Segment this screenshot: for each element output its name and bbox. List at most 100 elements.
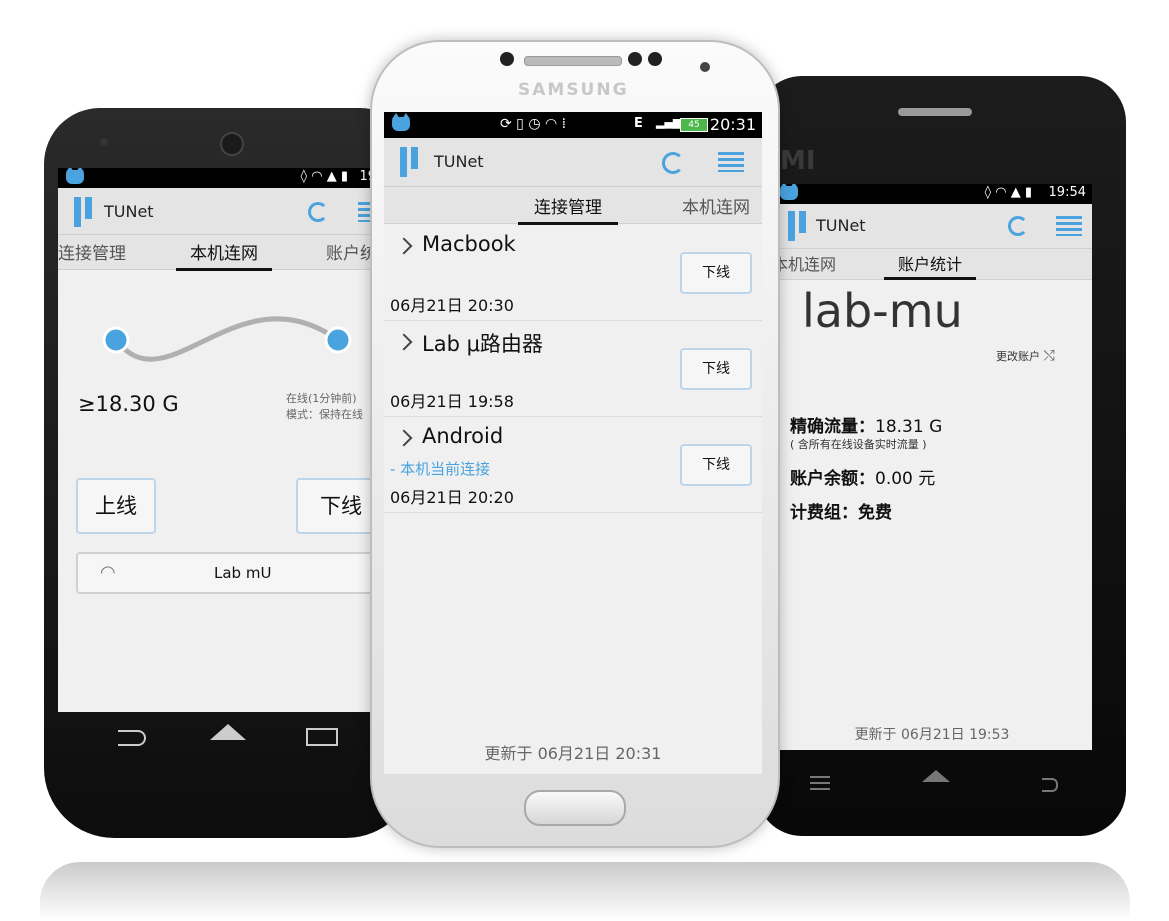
updated-time: 更新于 06月21日 19:53 xyxy=(854,727,1010,743)
shuffle-icon: ⤭ xyxy=(1043,348,1055,364)
wifi-network-name: Lab mU xyxy=(214,564,272,582)
camera-dot xyxy=(100,138,108,146)
change-account-link[interactable]: 更改账户 ⤭ xyxy=(996,348,1055,364)
divider xyxy=(384,512,762,513)
username: lab-mu xyxy=(802,284,963,338)
device-offline-button[interactable]: 下线 xyxy=(680,348,752,390)
status-time: 20:31 xyxy=(709,115,756,134)
floor-reflection xyxy=(40,862,1130,921)
sensor-dot-1 xyxy=(628,52,642,66)
recent-apps-nav-icon[interactable] xyxy=(306,728,338,746)
billing-group-value: 免费 xyxy=(858,503,892,523)
balance-value: 0.00 元 xyxy=(875,469,936,489)
balance-label: 账户余额： xyxy=(790,469,875,489)
precise-traffic-value: 18.31 G xyxy=(875,417,943,437)
updated-time: 更新于 06月21日 20:31 xyxy=(484,744,662,763)
tab-bar: 连接管理 本机连网 xyxy=(384,187,762,225)
app-notification-icon xyxy=(392,113,410,131)
front-camera xyxy=(500,52,514,66)
tab-local-network[interactable]: 本机连网 xyxy=(176,239,272,271)
refresh-icon[interactable] xyxy=(1008,216,1028,236)
back-nav-icon[interactable] xyxy=(118,730,146,746)
tab-local-network[interactable]: 本机连网 xyxy=(682,193,750,218)
billing-group-label: 计费组： xyxy=(790,503,858,523)
right-phone: MI ◊ ◠ ▲ ▮ 19:54 TUNet 本机连网 账户统计 lab-mu … xyxy=(756,76,1126,836)
center-phone: SAMSUNG ⟳ ▯ ◷ ◠ ⁞ E ▂▄▆ 45 20:31 TUNet 连… xyxy=(370,40,780,848)
app-notification-icon xyxy=(66,168,84,184)
status-bar: ◊ ◠ ▲ ▮ 19:54 xyxy=(772,184,1092,204)
precise-traffic-row: 精确流量：18.31 G xyxy=(790,412,942,437)
tab-bar: 连接管理 本机连网 账户统 xyxy=(58,235,372,271)
device-name: Macbook xyxy=(422,232,516,256)
menu-icon[interactable] xyxy=(718,152,744,172)
action-bar: TUNet xyxy=(58,188,372,235)
device-offline-button[interactable]: 下线 xyxy=(680,252,752,294)
tab-connection-management[interactable]: 连接管理 xyxy=(58,239,126,264)
right-screen: ◊ ◠ ▲ ▮ 19:54 TUNet 本机连网 账户统计 lab-mu 更改账… xyxy=(772,184,1092,750)
chevron-right-icon xyxy=(395,237,413,255)
device-note: - 本机当前连接 xyxy=(390,460,491,478)
brand-logo: SAMSUNG xyxy=(518,80,629,100)
home-nav-icon[interactable] xyxy=(922,770,950,782)
billing-group-row: 计费组：免费 xyxy=(790,498,892,523)
app-notification-icon xyxy=(780,184,798,200)
signal-icon: ▂▄▆ xyxy=(656,116,682,129)
precise-traffic-note: ( 含所有在线设备实时流量 ) xyxy=(790,438,927,451)
home-button[interactable] xyxy=(524,790,626,826)
online-status: 在线(1分钟前) xyxy=(286,392,357,405)
app-title: TUNet xyxy=(434,152,484,171)
device-item-android[interactable]: Android - 本机当前连接 06月21日 20:20 下线 xyxy=(384,416,762,512)
device-item-macbook[interactable]: Macbook 06月21日 20:30 下线 xyxy=(384,224,762,320)
change-account-label: 更改账户 xyxy=(996,350,1040,363)
sensor-dot-2 xyxy=(648,52,662,66)
tab-local-network[interactable]: 本机连网 xyxy=(772,251,836,275)
tab-account-stats[interactable]: 账户统计 xyxy=(884,251,977,280)
wifi-icon: ◠ xyxy=(100,562,116,583)
tunet-logo-icon xyxy=(788,211,808,241)
proximity-sensor xyxy=(700,62,710,72)
status-icons: ⟳ ▯ ◷ ◠ ⁞ xyxy=(500,116,567,132)
center-screen: ⟳ ▯ ◷ ◠ ⁞ E ▂▄▆ 45 20:31 TUNet 连接管理 本机连网… xyxy=(384,112,762,774)
earpiece xyxy=(898,108,972,116)
app-title: TUNet xyxy=(816,216,866,235)
status-bar: ⟳ ▯ ◷ ◠ ⁞ E ▂▄▆ 45 20:31 xyxy=(384,112,762,138)
device-offline-button[interactable]: 下线 xyxy=(680,444,752,486)
battery-level: 45 xyxy=(688,120,700,130)
device-item-lab-router[interactable]: Lab μ路由器 06月21日 19:58 下线 xyxy=(384,320,762,416)
precise-traffic-label: 精确流量： xyxy=(790,417,875,437)
chevron-right-icon xyxy=(395,333,413,351)
traffic-value: ≥18.30 G xyxy=(78,392,179,416)
tab-bar: 本机连网 账户统计 xyxy=(772,249,1092,280)
action-bar: TUNet xyxy=(384,138,762,187)
battery-icon: 45 xyxy=(680,118,708,132)
online-button[interactable]: 上线 xyxy=(76,478,156,534)
wifi-network-row[interactable]: ◠ Lab mU xyxy=(76,552,372,594)
action-bar: TUNet xyxy=(772,204,1092,249)
device-login-time: 06月21日 20:30 xyxy=(390,296,514,315)
back-nav-icon[interactable] xyxy=(1042,778,1058,792)
tab-connection-management[interactable]: 连接管理 xyxy=(518,193,618,225)
signal-icons: ◊ ◠ ▲ ▮ xyxy=(300,169,348,184)
device-name: Lab μ路由器 xyxy=(422,332,543,356)
device-login-time: 06月21日 20:20 xyxy=(390,488,514,507)
tunet-logo-icon xyxy=(400,147,420,177)
mode-status: 模式：保持在线 xyxy=(286,408,363,421)
device-name: Android xyxy=(422,424,504,448)
status-time: 19:54 xyxy=(1048,185,1086,200)
signal-icons: ◊ ◠ ▲ ▮ xyxy=(984,185,1032,200)
tab-account-stats[interactable]: 账户统 xyxy=(326,239,372,264)
refresh-icon[interactable] xyxy=(662,152,684,174)
menu-icon[interactable] xyxy=(1056,216,1082,236)
connection-curve xyxy=(102,316,352,362)
speaker-grille xyxy=(220,132,244,156)
balance-row: 账户余额：0.00 元 xyxy=(790,464,935,489)
status-bar: ◊ ◠ ▲ ▮ 19 xyxy=(58,168,372,188)
device-login-time: 06月21日 19:58 xyxy=(390,392,514,411)
brand-logo: MI xyxy=(780,146,816,176)
offline-button[interactable]: 下线 xyxy=(296,478,372,534)
refresh-icon[interactable] xyxy=(308,202,328,222)
home-nav-icon[interactable] xyxy=(210,724,246,740)
network-type: E xyxy=(634,116,643,131)
left-phone: ◊ ◠ ▲ ▮ 19 TUNet 连接管理 本机连网 账户统 ≥18.30 G … xyxy=(44,108,416,838)
menu-nav-icon[interactable] xyxy=(810,776,830,790)
